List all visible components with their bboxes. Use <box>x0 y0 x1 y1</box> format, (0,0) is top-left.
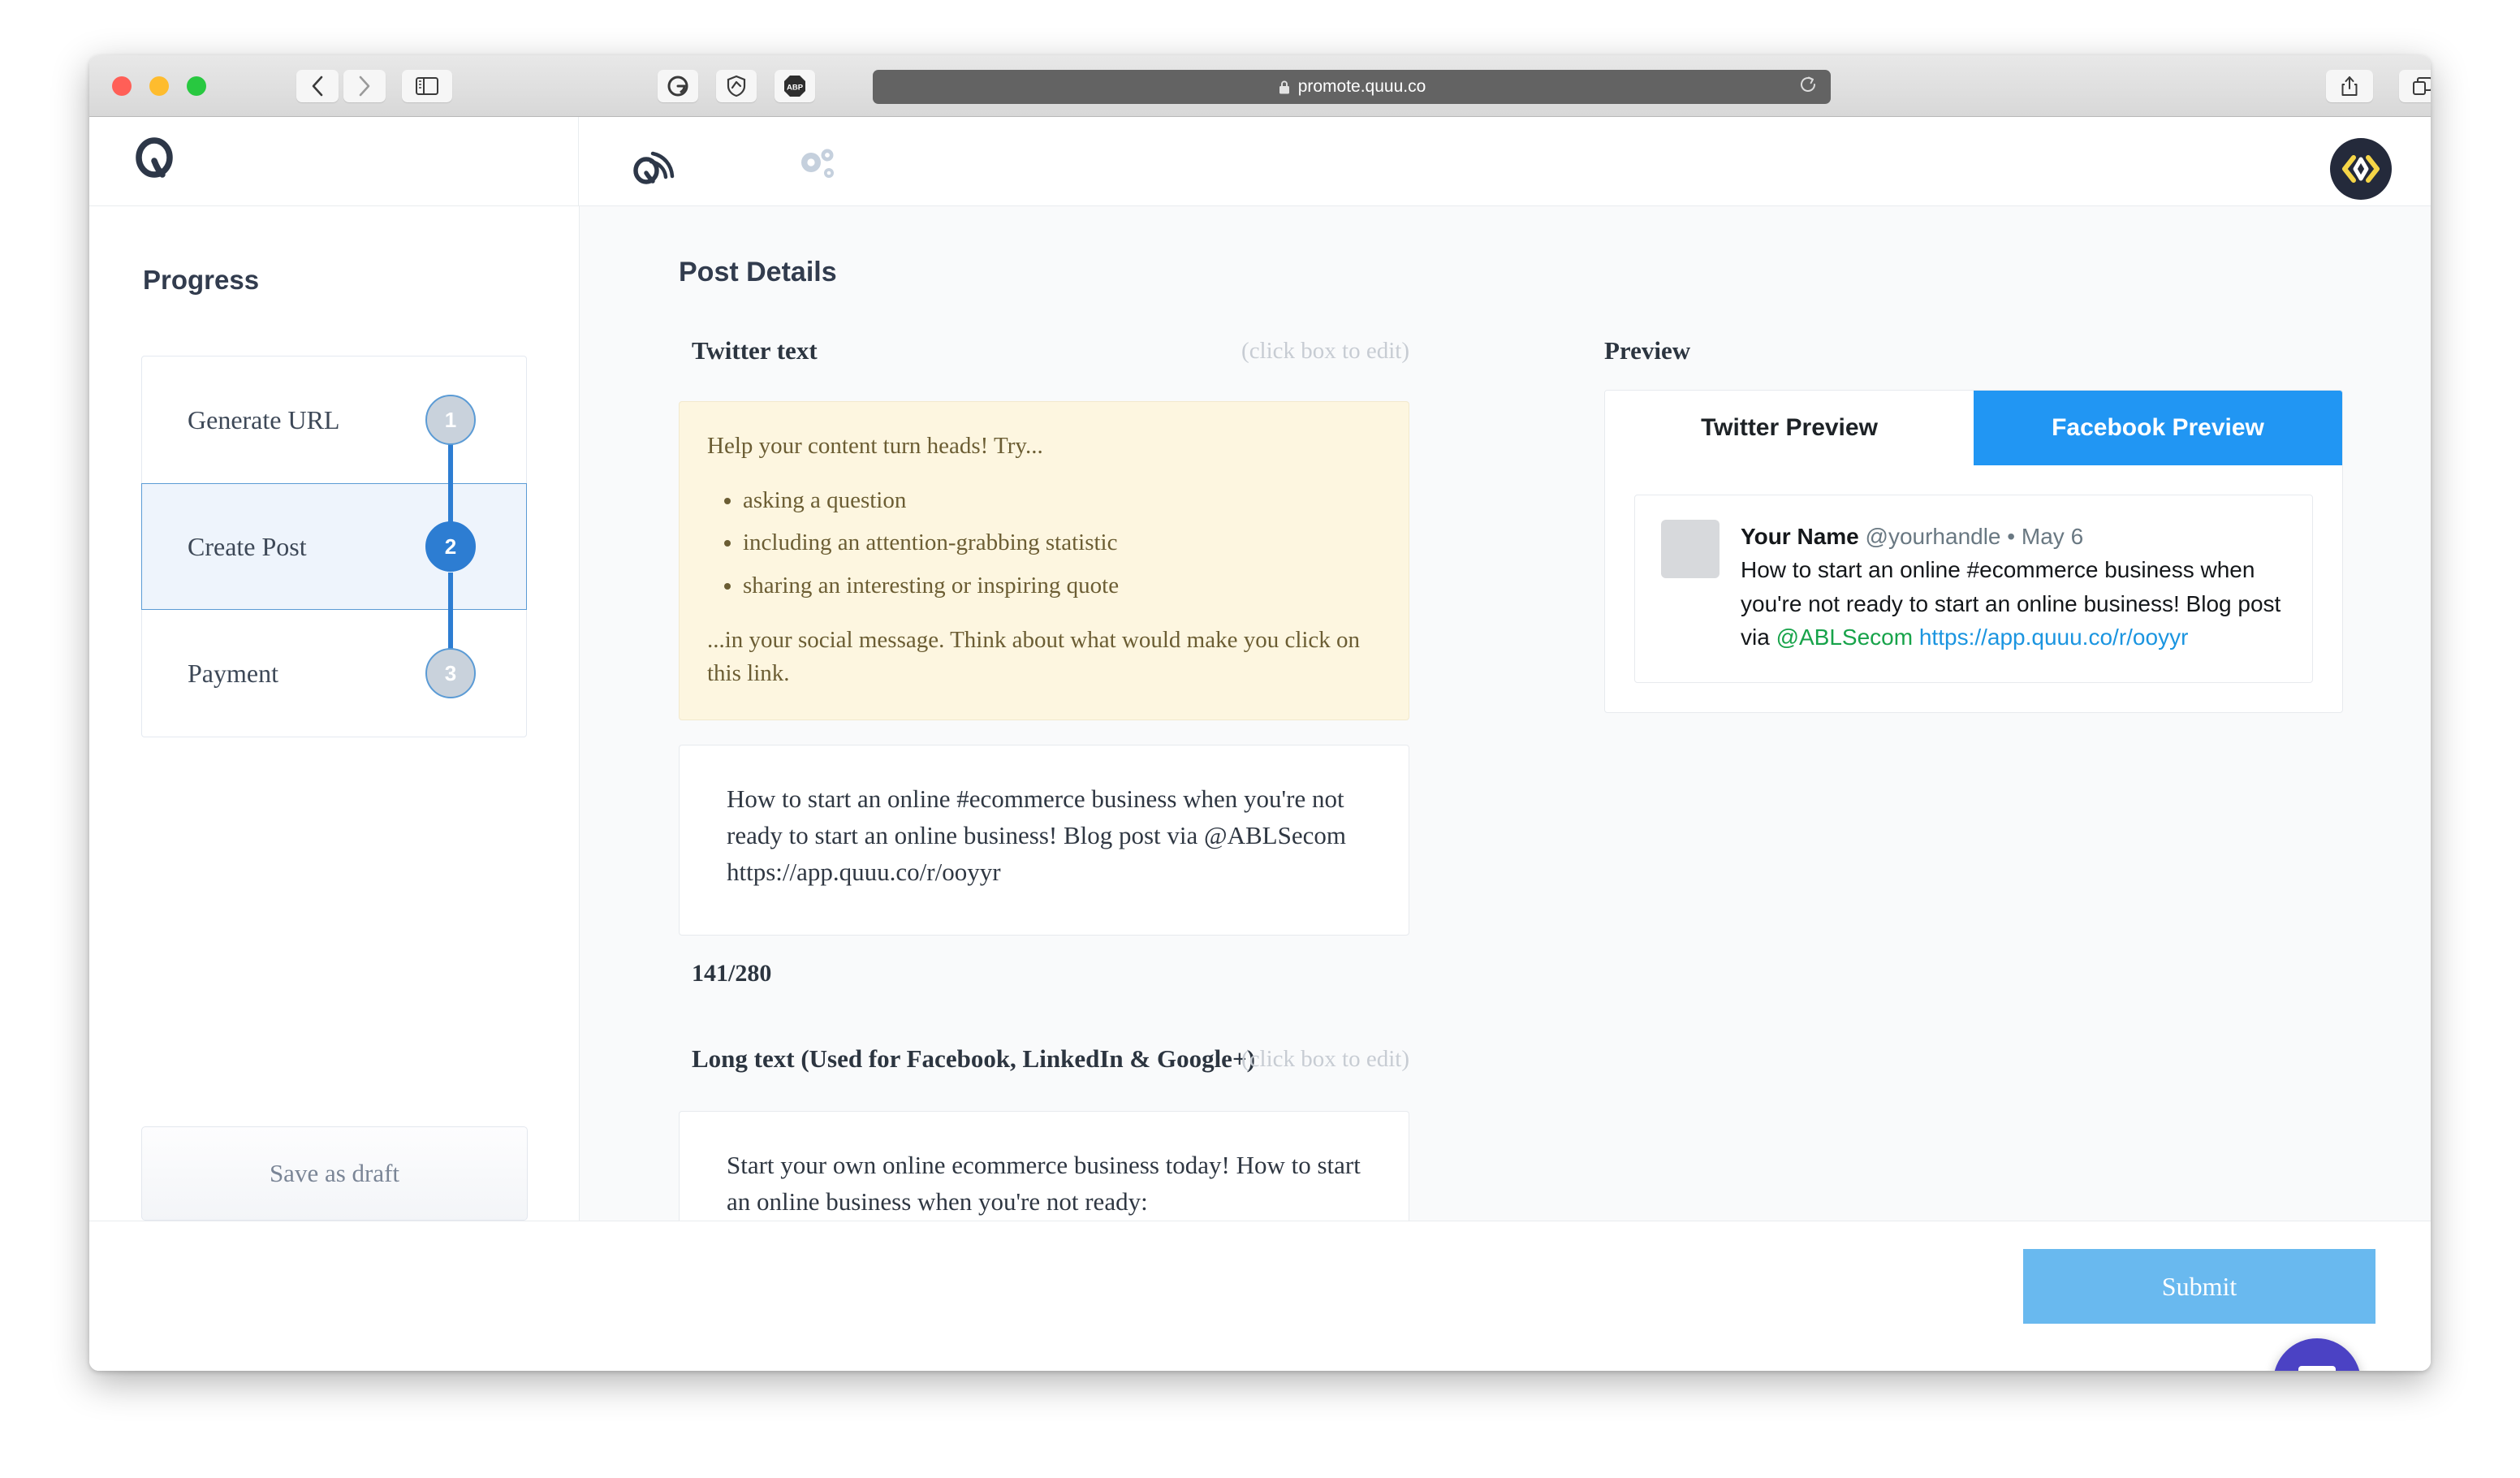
tab-overview-icon <box>2413 77 2431 95</box>
twitter-text-input[interactable]: How to start an online #ecommerce busine… <box>679 745 1409 936</box>
preview-avatar-placeholder <box>1661 520 1720 578</box>
tip-intro: Help your content turn heads! Try... <box>707 433 1043 459</box>
grammarly-extension-button[interactable] <box>658 70 698 102</box>
submit-button[interactable]: Submit <box>2023 1249 2375 1324</box>
sidebar-step-create-post[interactable]: Create Post 2 <box>141 483 527 610</box>
page-title: Post Details <box>679 257 837 287</box>
svg-text:ABP: ABP <box>787 84 804 93</box>
sidebar-toggle-icon <box>416 77 438 95</box>
twitter-tip-box: Help your content turn heads! Try... ask… <box>679 401 1409 721</box>
url-text: promote.quuu.co <box>1297 77 1426 96</box>
minimize-window-button[interactable] <box>149 76 169 96</box>
long-text-label: Long text (Used for Facebook, LinkedIn &… <box>692 1044 1255 1073</box>
preview-column: Preview Twitter Preview Facebook Preview… <box>1604 336 2343 713</box>
adblock-plus-extension-icon: ABP <box>784 76 805 97</box>
sidebar-step-generate-url[interactable]: Generate URL 1 <box>142 357 526 483</box>
privacy-shield-extension-button[interactable] <box>716 70 757 102</box>
tip-bullet-list: asking a question including an attention… <box>743 484 1376 603</box>
long-text-edit-hint: (click box to edit) <box>1241 1045 1409 1072</box>
close-window-button[interactable] <box>112 76 132 96</box>
preview-mention: @ABLSecom <box>1776 624 1914 650</box>
brand-cell <box>89 117 579 206</box>
step-label: Payment <box>188 658 278 688</box>
tip-outro: ...in your social message. Think about w… <box>707 626 1361 686</box>
preview-card: Twitter Preview Facebook Preview Your Na… <box>1604 390 2343 713</box>
tab-twitter-preview[interactable]: Twitter Preview <box>1605 391 1974 465</box>
browser-window: ABP promote.quuu.co Progress Generate UR… <box>89 55 2431 1371</box>
privacy-shield-extension-icon <box>727 75 746 97</box>
gears-settings-icon[interactable] <box>797 146 841 185</box>
preview-title: Preview <box>1604 336 1691 365</box>
back-button[interactable] <box>296 70 339 102</box>
step-badge: 2 <box>425 521 476 572</box>
tip-bullet: asking a question <box>743 484 1376 517</box>
preview-post-body: Your Name @yourhandle • May 6 How to sta… <box>1741 520 2286 655</box>
quuu-promote-icon[interactable] <box>629 141 675 187</box>
grammarly-extension-icon <box>667 76 688 97</box>
preview-author-name: Your Name <box>1741 524 1859 549</box>
save-as-draft-button[interactable]: Save as draft <box>141 1126 528 1221</box>
tip-bullet: including an attention-grabbing statisti… <box>743 526 1376 560</box>
step-badge: 1 <box>425 395 476 445</box>
maximize-window-button[interactable] <box>187 76 206 96</box>
twitter-text-label: Twitter text <box>692 336 818 365</box>
sidebar-step-payment[interactable]: Payment 3 <box>142 610 526 737</box>
intercom-chat-icon <box>2298 1366 2336 1371</box>
twitter-text-edit-hint: (click box to edit) <box>1241 338 1409 364</box>
progress-title: Progress <box>143 265 260 295</box>
character-counter: 141/280 <box>692 959 772 987</box>
sidebar: Progress Generate URL 1 Create Post 2 Pa… <box>89 206 580 1282</box>
desktop-background: ABP promote.quuu.co Progress Generate UR… <box>0 0 2520 1478</box>
tab-facebook-preview[interactable]: Facebook Preview <box>1974 391 2342 465</box>
preview-tabs: Twitter Preview Facebook Preview <box>1605 391 2342 465</box>
preview-link[interactable]: https://app.quuu.co/r/ooyyr <box>1919 624 2189 650</box>
address-bar[interactable]: promote.quuu.co <box>873 70 1831 104</box>
app-page: Progress Generate URL 1 Create Post 2 Pa… <box>89 117 2431 1371</box>
footer-bar: Submit <box>89 1221 2431 1371</box>
forward-button[interactable] <box>343 70 386 102</box>
browser-toolbar: ABP promote.quuu.co <box>89 55 2431 117</box>
step-badge: 3 <box>425 648 476 698</box>
reload-icon <box>1801 76 1815 92</box>
post-editor-column: Twitter text (click box to edit) Help yo… <box>679 336 1409 1282</box>
app-header <box>89 117 2431 206</box>
window-controls[interactable] <box>112 76 206 96</box>
progress-steps: Generate URL 1 Create Post 2 Payment 3 <box>141 356 527 737</box>
preview-author-handle: @yourhandle <box>1865 524 2001 549</box>
share-icon <box>2341 76 2358 96</box>
avatar[interactable] <box>2330 138 2392 200</box>
quuu-q-logo[interactable] <box>132 136 179 188</box>
reload-button[interactable] <box>1798 75 1818 99</box>
user-avatar-chevrons-logo <box>2342 155 2380 183</box>
tab-overview-button[interactable] <box>2399 70 2431 102</box>
chevron-left-icon <box>312 76 323 97</box>
step-label: Create Post <box>188 531 307 561</box>
share-button[interactable] <box>2326 70 2373 102</box>
tip-bullet: sharing an interesting or inspiring quot… <box>743 569 1376 603</box>
twitter-text-header: Twitter text (click box to edit) <box>679 336 1409 378</box>
adblock-plus-extension-button[interactable]: ABP <box>775 70 815 102</box>
long-text-header: Long text (Used for Facebook, LinkedIn &… <box>679 1044 1409 1087</box>
main-content: Post Details Twitter text (click box to … <box>580 206 2431 1282</box>
preview-separator: • <box>2007 524 2016 549</box>
sidebar-toggle-button[interactable] <box>402 70 452 102</box>
preview-date: May 6 <box>2021 524 2084 549</box>
lock-icon <box>1278 80 1291 95</box>
chevron-right-icon <box>359 76 370 97</box>
step-label: Generate URL <box>188 404 340 434</box>
preview-post: Your Name @yourhandle • May 6 How to sta… <box>1634 495 2313 683</box>
